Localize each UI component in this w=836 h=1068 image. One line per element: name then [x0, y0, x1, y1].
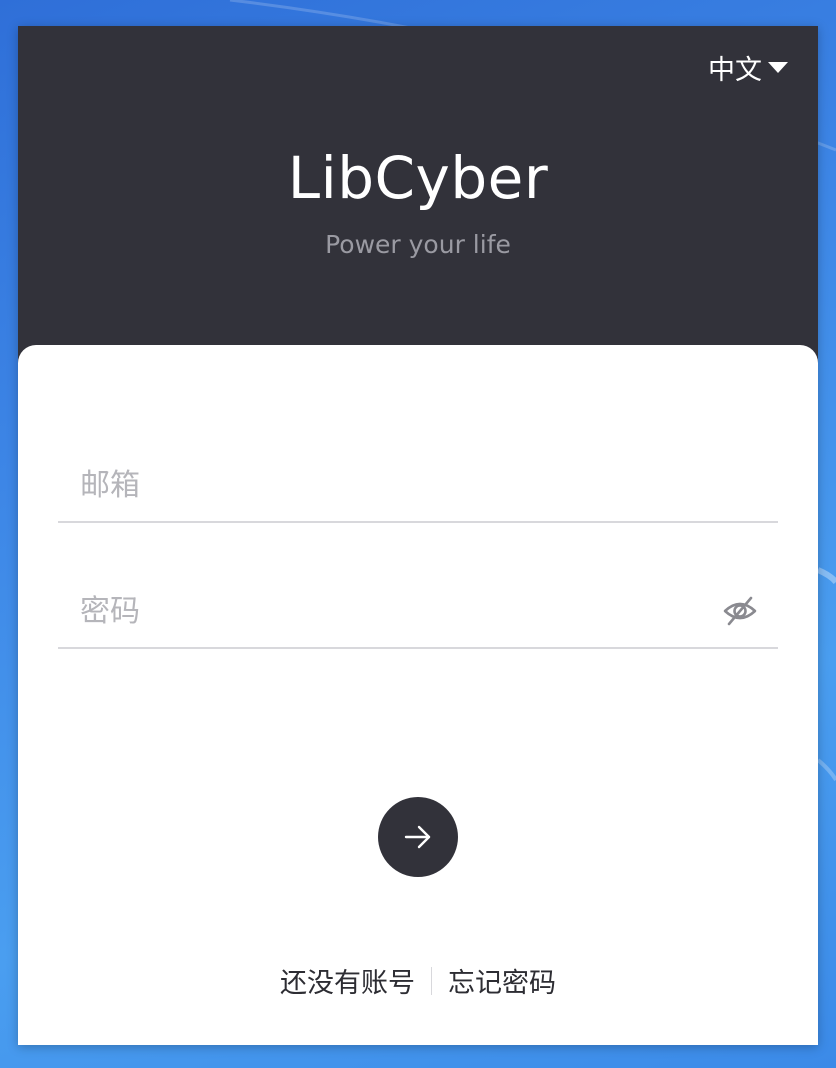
- app-title: LibCyber: [287, 144, 549, 212]
- register-link[interactable]: 还没有账号: [280, 961, 415, 1000]
- password-field-container: [58, 575, 778, 649]
- caret-down-icon: [768, 62, 788, 73]
- login-window: 中文 LibCyber Power your life 还没有账号 忘记密码: [18, 26, 818, 1045]
- arrow-right-icon: [404, 825, 431, 849]
- email-field-container: [58, 449, 778, 523]
- auth-links: 还没有账号 忘记密码: [18, 961, 818, 1000]
- email-input[interactable]: [58, 455, 700, 515]
- login-card: 还没有账号 忘记密码: [18, 345, 818, 1045]
- submit-button[interactable]: [378, 797, 458, 877]
- forgot-password-link[interactable]: 忘记密码: [448, 961, 556, 1000]
- eye-off-icon[interactable]: [722, 593, 758, 629]
- password-input[interactable]: [58, 581, 700, 641]
- link-divider: [431, 966, 432, 995]
- language-selector[interactable]: 中文: [708, 48, 788, 87]
- app-tagline: Power your life: [325, 230, 511, 259]
- language-label: 中文: [708, 55, 762, 86]
